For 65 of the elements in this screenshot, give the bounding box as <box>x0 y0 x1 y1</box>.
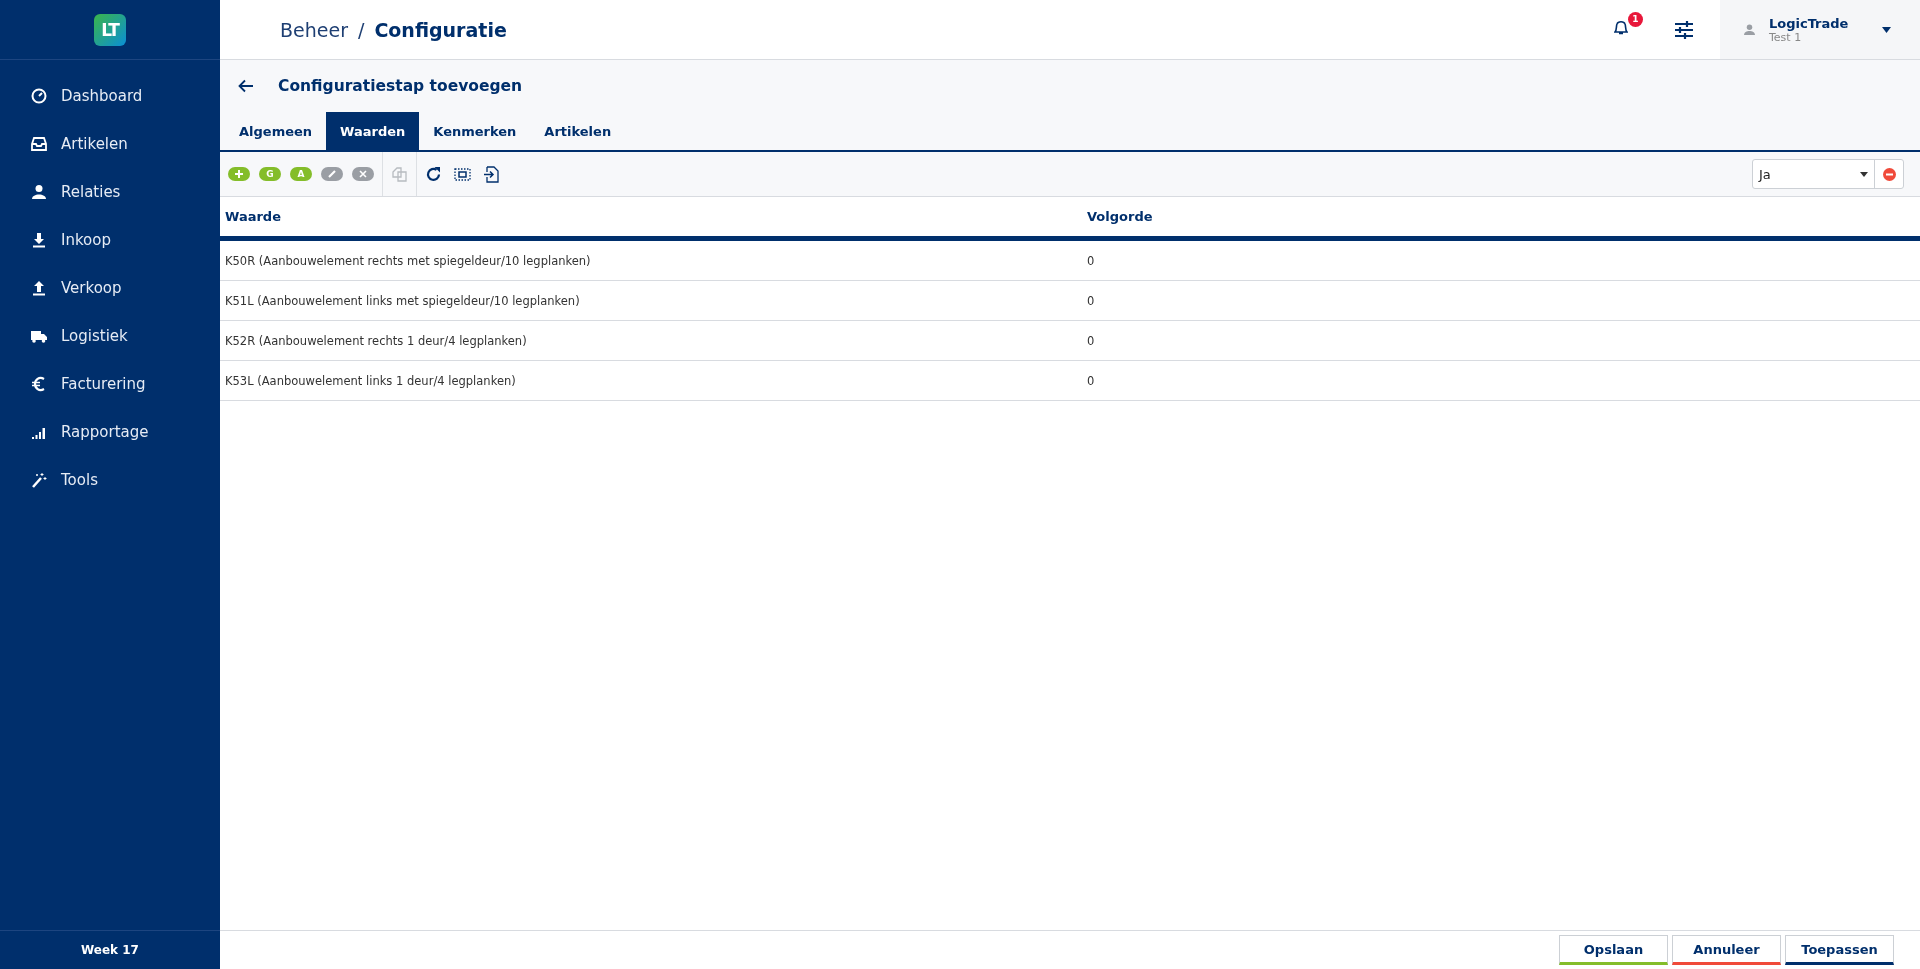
close-icon <box>358 169 368 179</box>
notification-badge: 1 <box>1628 11 1643 27</box>
download-icon <box>31 232 47 248</box>
table-cell: 0 <box>1082 320 1920 361</box>
gauge-icon <box>31 88 47 104</box>
sidebar-item[interactable]: Tools <box>0 456 220 504</box>
tab[interactable]: Artikelen <box>530 112 626 150</box>
plus-icon <box>234 169 244 179</box>
tab[interactable]: Kenmerken <box>419 112 531 150</box>
tab[interactable]: Algemeen <box>225 112 327 150</box>
table-cell: 0 <box>1082 238 1920 281</box>
sidebar-item[interactable]: Inkoop <box>0 216 220 264</box>
sidebar-item[interactable]: Artikelen <box>0 120 220 168</box>
sidebar-item-label: Tools <box>61 471 98 489</box>
table-cell: K51L (Aanbouwelement links met spiegeldeur/10 legplanken) <box>220 280 1082 321</box>
sidebar-item-label: Dashboard <box>61 87 143 105</box>
bell-icon[interactable] <box>1614 19 1628 35</box>
table-cell: 0 <box>1082 360 1920 401</box>
footer-button[interactable]: Toepassen <box>1785 935 1894 965</box>
caret-icon <box>1882 26 1892 33</box>
sidebar-item-label: Artikelen <box>61 135 128 153</box>
person-icon <box>31 184 47 200</box>
sidebar-item[interactable]: Relaties <box>0 168 220 216</box>
magic-wand-icon <box>31 472 47 488</box>
pencil-icon <box>327 169 337 179</box>
sidebar-item[interactable]: Facturering <box>0 360 220 408</box>
person-icon <box>1744 24 1755 35</box>
selection-icon[interactable] <box>454 165 471 183</box>
caret-icon <box>1860 171 1868 177</box>
sidebar-item[interactable]: Rapportage <box>0 408 220 456</box>
sidebar-item[interactable]: Logistiek <box>0 312 220 360</box>
sidebar-item[interactable]: Verkoop <box>0 264 220 312</box>
sidebar-item-label: Logistiek <box>61 327 128 345</box>
sidebar-item-label: Facturering <box>61 375 146 393</box>
user-name: LogicTrade <box>1769 15 1849 31</box>
refresh-icon[interactable] <box>425 165 442 183</box>
table-cell: K50R (Aanbouwelement rechts met spiegeldeur/10 legplanken) <box>220 238 1082 281</box>
sidebar-item-label: Relaties <box>61 183 121 201</box>
week-label: Week 17 <box>81 943 139 957</box>
page-title: Configuratiestap toevoegen <box>278 77 523 95</box>
back-arrow-icon[interactable] <box>238 79 254 93</box>
tray-icon <box>31 136 47 152</box>
table-cell: K53L (Aanbouwelement links 1 deur/4 legplanken) <box>220 360 1082 401</box>
column-header[interactable]: Waarde <box>220 197 1082 239</box>
export-file-icon[interactable] <box>483 165 500 183</box>
sidebar-item-label: Verkoop <box>61 279 122 297</box>
sidebar-item[interactable]: Dashboard <box>0 72 220 120</box>
user-subtitle: Test 1 <box>1769 30 1802 44</box>
table-cell: K52R (Aanbouwelement rechts 1 deur/4 legplanken) <box>220 320 1082 361</box>
table-cell: 0 <box>1082 280 1920 321</box>
sliders-icon[interactable] <box>1674 20 1694 39</box>
sidebar-item-label: Rapportage <box>61 423 149 441</box>
sidebar-item-label: Inkoop <box>61 231 111 249</box>
tab[interactable]: Waarden <box>326 112 420 150</box>
column-header[interactable]: Volgorde <box>1082 197 1920 239</box>
footer-button[interactable]: Annuleer <box>1672 935 1781 965</box>
minus-circle-icon <box>1882 167 1896 181</box>
breadcrumb-link[interactable]: Beheer <box>280 18 348 41</box>
upload-icon <box>31 280 47 296</box>
footer-button[interactable]: Opslaan <box>1559 935 1668 965</box>
breadcrumb-current: Configuratie <box>374 18 507 41</box>
user-menu[interactable]: LogicTrade Test 1 <box>1720 0 1920 59</box>
breadcrumb-separator: / <box>357 18 365 41</box>
euro-icon <box>31 376 47 392</box>
truck-icon <box>31 328 47 344</box>
